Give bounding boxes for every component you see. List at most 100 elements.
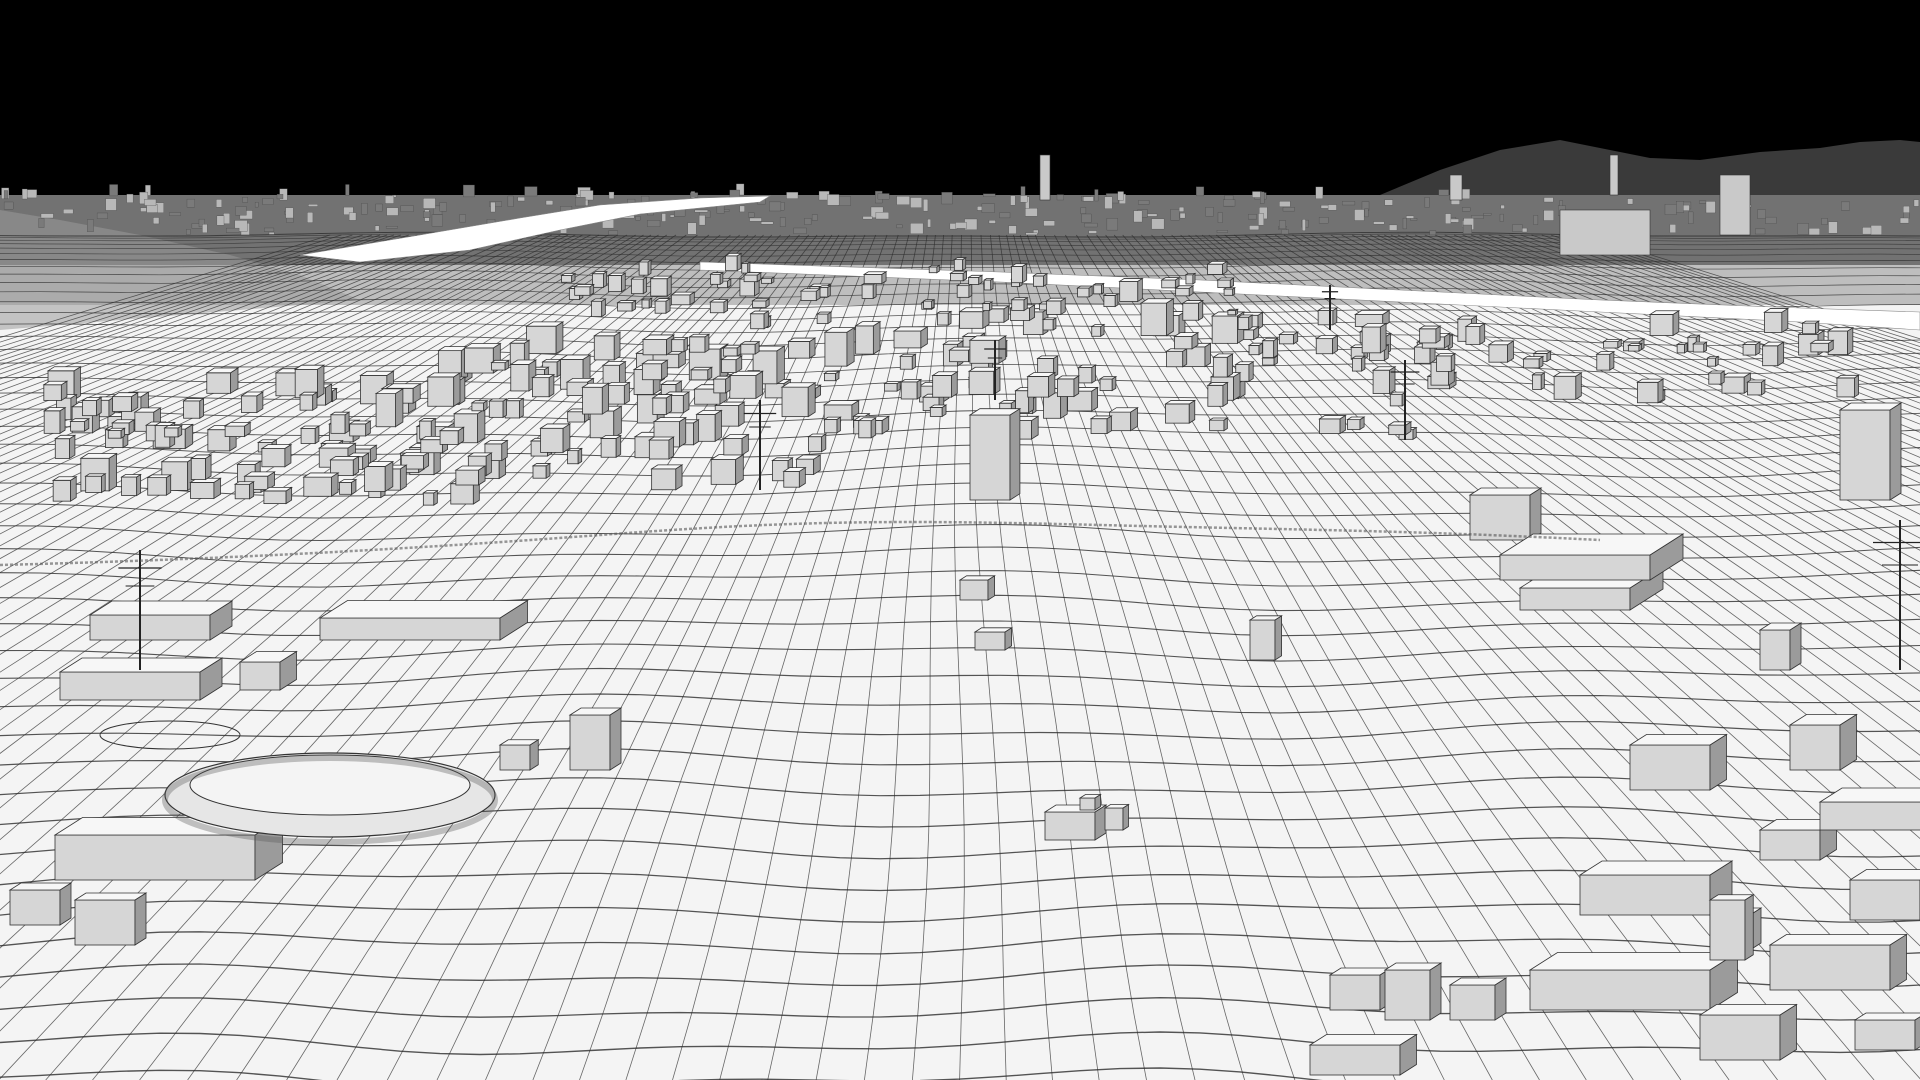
- building: [1809, 339, 1835, 353]
- building: [1226, 308, 1240, 316]
- far-building: [1084, 222, 1098, 228]
- far-building: [1081, 213, 1092, 223]
- building: [233, 480, 256, 500]
- far-building: [262, 198, 274, 205]
- far-building: [1627, 198, 1634, 205]
- building: [949, 270, 968, 282]
- far-building: [1438, 189, 1449, 196]
- far-building: [1223, 199, 1236, 207]
- foreground-building: [973, 627, 1013, 651]
- far-building: [216, 199, 222, 208]
- far-building: [1402, 217, 1407, 230]
- building: [728, 370, 764, 400]
- building: [1056, 375, 1081, 398]
- far-building: [748, 212, 755, 218]
- building: [1211, 353, 1234, 378]
- building: [899, 378, 923, 400]
- far-building: [186, 198, 195, 208]
- far-building: [1499, 213, 1504, 222]
- building: [260, 443, 293, 468]
- building: [1706, 355, 1720, 367]
- building: [857, 417, 878, 439]
- building: [490, 359, 511, 371]
- far-building: [910, 197, 922, 208]
- foreground-building: [1758, 622, 1803, 671]
- far-building: [308, 204, 318, 207]
- foreground-building: [958, 575, 996, 601]
- far-building: [1462, 207, 1471, 212]
- far-building: [1462, 224, 1472, 234]
- building: [120, 473, 142, 497]
- building: [531, 462, 552, 479]
- building: [1206, 381, 1229, 408]
- far-building: [687, 222, 697, 235]
- far-building: [26, 189, 37, 199]
- far-building: [3, 201, 14, 210]
- skyline-tower: [1609, 154, 1619, 196]
- skyline-tower: [1719, 174, 1751, 236]
- far-building: [307, 212, 314, 223]
- far-building: [1841, 201, 1850, 211]
- building: [111, 391, 140, 413]
- building: [651, 393, 674, 416]
- building: [1675, 342, 1689, 354]
- building: [590, 298, 607, 318]
- far-building: [1676, 201, 1684, 213]
- building: [823, 326, 856, 367]
- building: [1464, 322, 1487, 346]
- far-building: [385, 195, 394, 204]
- skyline-tower: [1449, 174, 1463, 201]
- far-building: [490, 201, 496, 213]
- far-building: [749, 217, 762, 222]
- foreground-building: [8, 882, 73, 926]
- far-building: [1903, 205, 1910, 213]
- far-building: [1424, 197, 1430, 208]
- far-building: [1808, 228, 1820, 236]
- building: [1208, 417, 1229, 432]
- far-building: [1151, 218, 1165, 230]
- far-building: [1196, 186, 1205, 197]
- far-building: [1094, 189, 1099, 202]
- far-building: [896, 196, 910, 205]
- building: [669, 291, 696, 306]
- building: [1010, 263, 1029, 284]
- building: [1165, 348, 1189, 368]
- building: [981, 301, 994, 312]
- far-building: [779, 217, 786, 227]
- foreground-building: [568, 707, 623, 771]
- far-building: [1056, 194, 1064, 201]
- far-building: [1279, 201, 1291, 207]
- foreground-building: [1248, 615, 1283, 661]
- building: [742, 271, 763, 283]
- far-building: [38, 218, 45, 228]
- far-building: [226, 227, 240, 233]
- far-building: [1389, 224, 1398, 231]
- far-building: [661, 213, 666, 222]
- foreground-building: [1698, 1003, 1798, 1061]
- building: [739, 340, 761, 355]
- building: [1026, 371, 1057, 398]
- far-building: [1170, 209, 1180, 221]
- far-building: [1462, 188, 1470, 200]
- building: [955, 283, 974, 299]
- building: [823, 370, 841, 382]
- building: [862, 270, 888, 285]
- far-building: [374, 225, 380, 231]
- foreground-building: [1768, 933, 1908, 991]
- far-building: [896, 224, 903, 229]
- far-building: [1088, 230, 1097, 234]
- far-building: [1179, 212, 1186, 219]
- far-building: [1020, 195, 1028, 203]
- building: [560, 272, 577, 283]
- building: [163, 424, 184, 438]
- building: [182, 397, 205, 419]
- far-building: [400, 205, 414, 212]
- building: [1387, 421, 1413, 436]
- foreground-building: [1853, 1012, 1920, 1051]
- building: [1206, 260, 1229, 276]
- far-building: [1302, 219, 1306, 231]
- foreground-building: [1708, 894, 1755, 961]
- building: [708, 298, 729, 314]
- building: [1763, 307, 1790, 334]
- far-building: [698, 215, 706, 226]
